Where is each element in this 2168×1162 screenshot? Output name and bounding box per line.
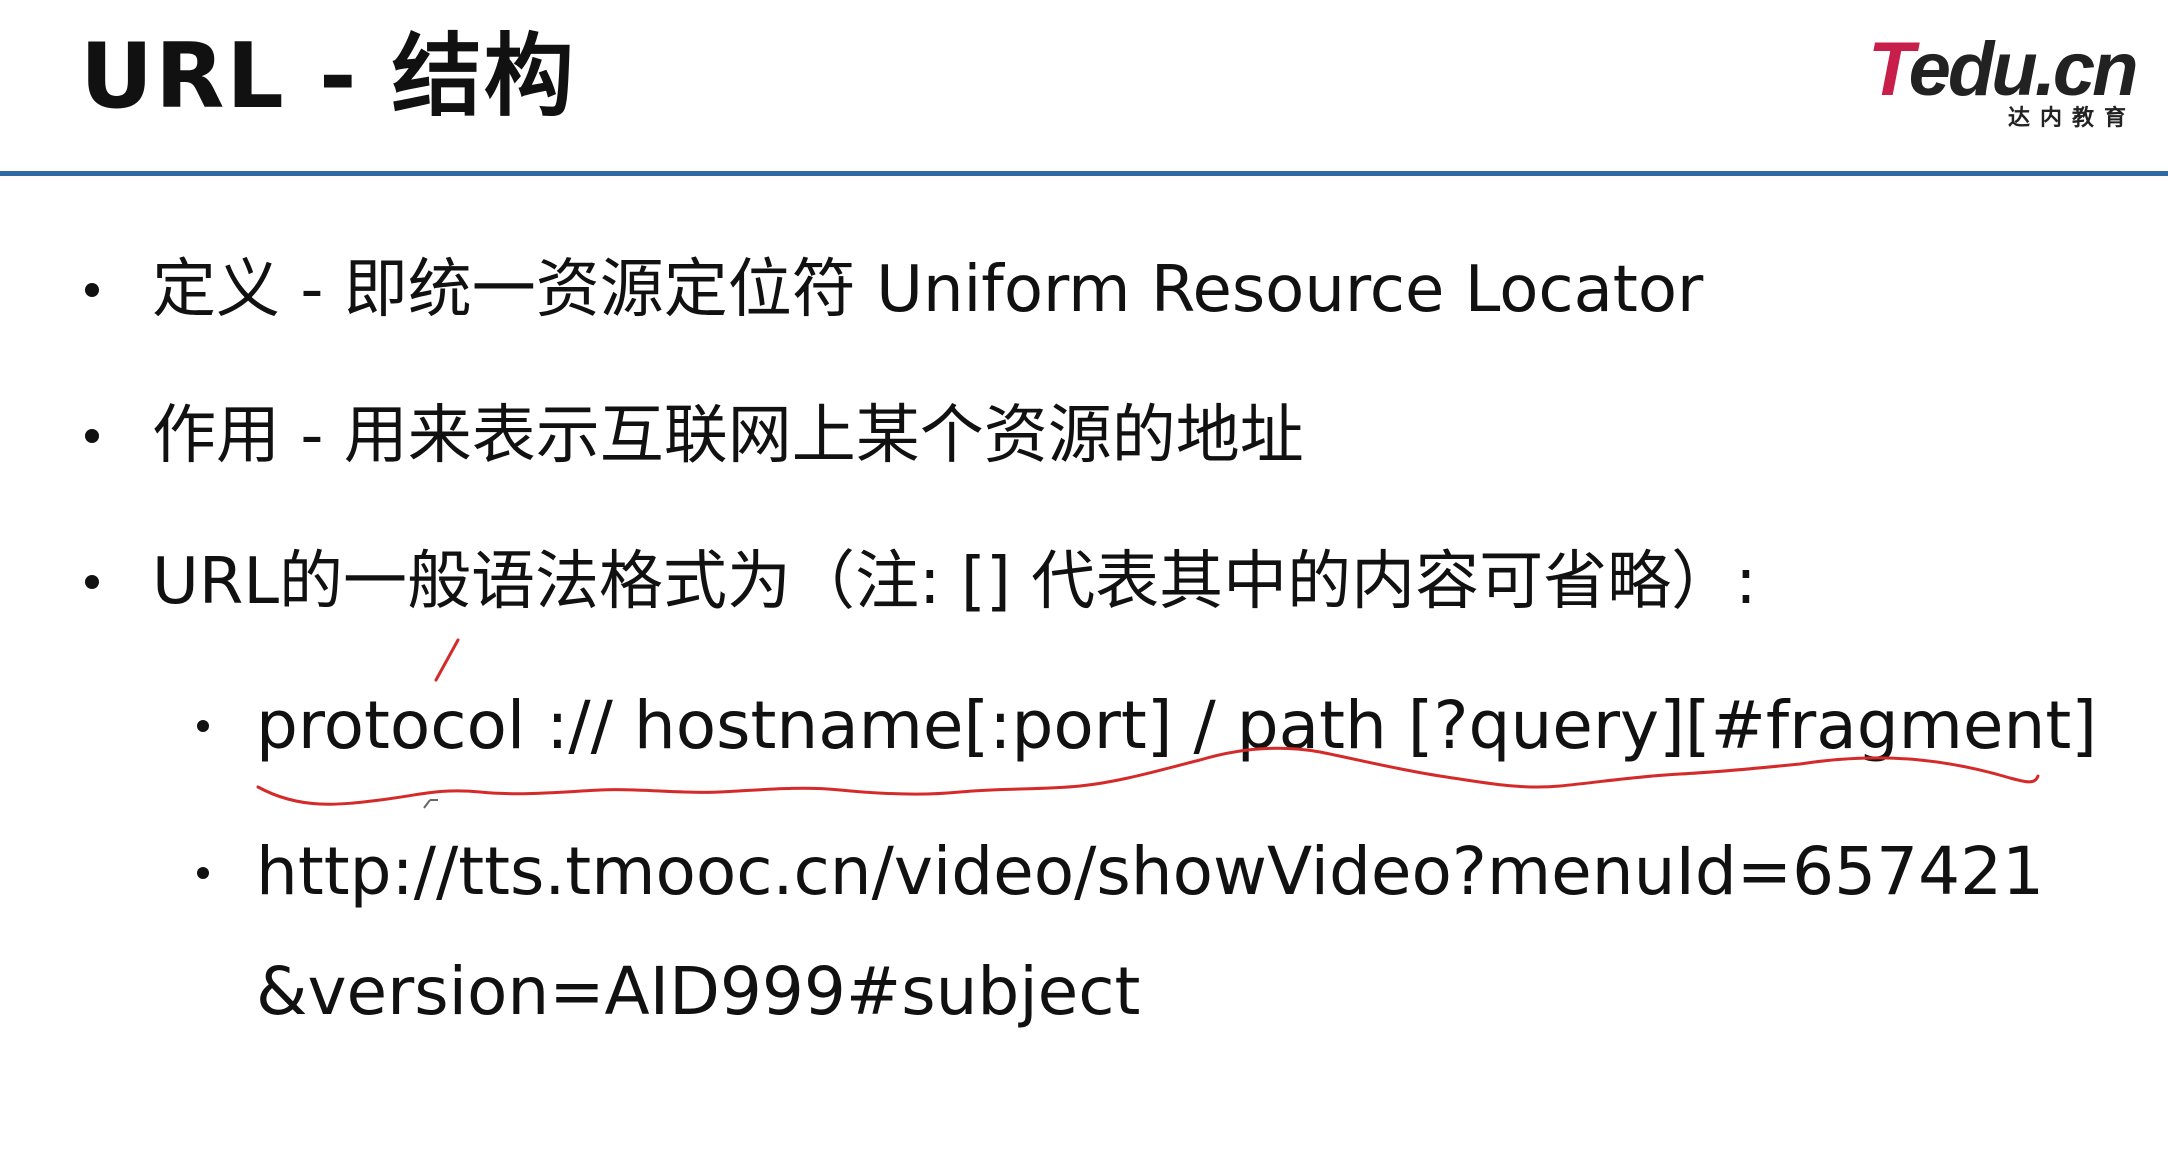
bullet-dot: [85, 429, 99, 443]
tedu-logo: Tedu.cn 达内教育: [1858, 27, 2148, 132]
slide: URL - 结构 Tedu.cn 达内教育 定义 - 即统一资源定位符 Unif…: [0, 0, 2168, 1162]
bullet-syntax: URL的一般语法格式为（注: [] 代表其中的内容可省略）:: [152, 545, 1757, 619]
bullet-definition: 定义 - 即统一资源定位符 Uniform Resource Locator: [152, 253, 1704, 327]
logo-wordmark: Tedu.cn: [1868, 27, 2139, 112]
sub-bullet-url-example-continuation: &version=AID999#subject: [256, 953, 1141, 1030]
bullet-dot: [85, 575, 99, 589]
sub-bullet-url-example: http://tts.tmooc.cn/video/showVideo?menu…: [256, 833, 2045, 910]
bullet-dot: [85, 283, 99, 297]
logo-subtitle: 达内教育: [2008, 106, 2137, 131]
slide-title: URL - 结构: [80, 24, 576, 129]
annotation-tick: [434, 638, 460, 682]
title-divider: [0, 171, 2168, 176]
logo-wordmark-t: T: [1868, 27, 1912, 112]
sub-bullet-dot: [197, 867, 209, 879]
sub-bullet-url-syntax: protocol :// hostname[:port] / path [?qu…: [256, 687, 2097, 764]
annotation-cursor-mark: [423, 799, 438, 809]
sub-bullet-dot: [197, 720, 209, 732]
bullet-purpose: 作用 - 用来表示互联网上某个资源的地址: [152, 399, 1304, 473]
